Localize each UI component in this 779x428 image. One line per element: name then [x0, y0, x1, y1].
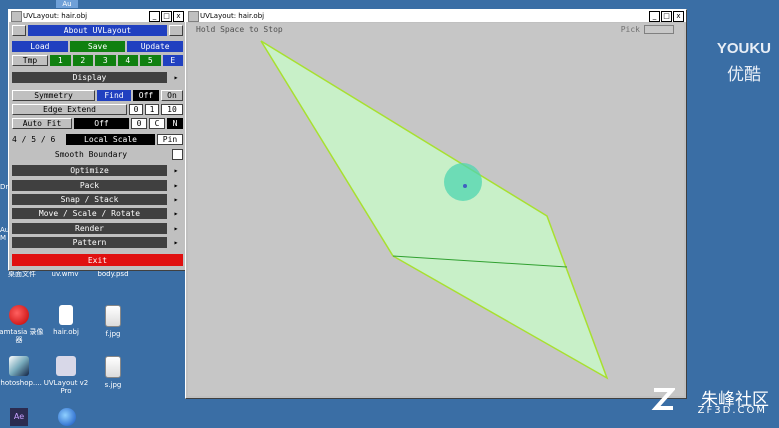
zf-logo-icon [651, 388, 675, 410]
display-arrow-icon[interactable]: ▸ [169, 72, 183, 83]
smooth-boundary-checkbox[interactable] [172, 149, 183, 160]
desktop-icon-fjpg[interactable]: f.jpg [86, 305, 140, 338]
auto-fit-off-button[interactable]: Off [74, 118, 129, 129]
smooth-boundary-label: Smooth Boundary [54, 150, 128, 159]
tmp-slot-1[interactable]: 1 [50, 55, 71, 66]
desktop-label-fjpg: f.jpg [105, 330, 121, 338]
tmp-slot-2[interactable]: 2 [72, 55, 93, 66]
pin-button[interactable]: Pin [157, 134, 183, 145]
browser-icon[interactable] [58, 408, 76, 426]
photoshop-icon [9, 356, 29, 376]
youku-cn-watermark: 优酷 [727, 65, 761, 85]
about-button[interactable]: About UVLayout [28, 25, 167, 36]
symmetry-find-button[interactable]: Find [97, 90, 131, 101]
tmp-slot-4[interactable]: 4 [117, 55, 138, 66]
image-file-icon [105, 356, 121, 378]
edge-extend-1[interactable]: 1 [145, 104, 159, 115]
desktop-icon-sjpg[interactable]: s.jpg [86, 356, 140, 389]
render-arrow-icon[interactable]: ▸ [169, 223, 183, 234]
close-button[interactable]: x [673, 11, 684, 22]
uvlayout-viewport-window: UVLayout: hair.obj _ □ x Hold Space to S… [185, 9, 687, 399]
viewport-titlebar[interactable]: UVLayout: hair.obj _ □ x [186, 10, 686, 22]
desktop-icon-au[interactable]: Au [56, 0, 78, 8]
desktop-icon-uvwmv[interactable]: uv.wmv [38, 270, 92, 278]
desktop-label-hairobj: hair.obj [53, 328, 79, 336]
edge-extend-label: Edge Extend [12, 104, 127, 115]
close-button[interactable]: x [173, 11, 184, 22]
uv-shell-polygon[interactable] [260, 40, 609, 380]
render-menu[interactable]: Render [12, 223, 167, 234]
desktop-icon-uvlayout[interactable]: UVLayout v2 Pro [39, 356, 93, 395]
tmp-label: Tmp [12, 55, 48, 66]
system-menu-icon[interactable] [11, 11, 22, 22]
panel-title: UVLayout: hair.obj [23, 12, 88, 20]
uvlayout-icon [56, 356, 76, 376]
local-scale-button[interactable]: Local Scale [66, 134, 155, 145]
snap-stack-arrow-icon[interactable]: ▸ [169, 194, 183, 205]
camtasia-icon [9, 305, 29, 325]
uv-canvas[interactable]: Hold Space to Stop Pick [188, 23, 684, 396]
auto-fit-n-button[interactable]: N [167, 118, 183, 129]
brush-cursor-icon [444, 163, 482, 201]
file-icon [59, 305, 73, 325]
uv-shell-svg [260, 40, 609, 380]
symmetry-off-button[interactable]: Off [133, 90, 159, 101]
desktop-label-au: Au [62, 0, 72, 8]
auto-fit-c-button[interactable]: C [149, 118, 165, 129]
optimize-arrow-icon[interactable]: ▸ [169, 165, 183, 176]
youku-watermark: YOUKU [716, 40, 771, 57]
edge-extend-10[interactable]: 10 [161, 104, 183, 115]
about-right-handle[interactable] [169, 25, 183, 36]
maximize-button[interactable]: □ [161, 11, 172, 22]
symmetry-on-button[interactable]: On [161, 90, 183, 101]
desktop-label-uvwmv: uv.wmv [51, 270, 79, 278]
pack-menu[interactable]: Pack [12, 180, 167, 191]
tmp-slot-e[interactable]: E [162, 55, 183, 66]
pattern-menu[interactable]: Pattern [12, 237, 167, 248]
auto-fit-0-button[interactable]: 0 [131, 118, 147, 129]
update-button[interactable]: Update [127, 41, 184, 52]
desktop-label-uvlayout: UVLayout v2 Pro [43, 379, 89, 395]
panel-titlebar[interactable]: UVLayout: hair.obj _ □ x [9, 10, 186, 22]
aftereffects-icon[interactable]: Ae [10, 408, 28, 426]
snap-stack-menu[interactable]: Snap / Stack [12, 194, 167, 205]
tmp-slot-3[interactable]: 3 [95, 55, 116, 66]
move-scale-rotate-arrow-icon[interactable]: ▸ [169, 208, 183, 219]
uvlayout-panel-window: UVLayout: hair.obj _ □ x About UVLayout … [8, 9, 187, 271]
tmp-slot-5[interactable]: 5 [140, 55, 161, 66]
symmetry-label: Symmetry [12, 90, 95, 101]
exit-button[interactable]: Exit [12, 254, 183, 266]
image-file-icon [105, 305, 121, 327]
desktop-icon-hairobj[interactable]: hair.obj [39, 305, 93, 336]
system-menu-icon[interactable] [188, 11, 199, 22]
pattern-arrow-icon[interactable]: ▸ [169, 237, 183, 248]
auto-fit-label: Auto Fit [12, 118, 72, 129]
num-keys-label: 4 / 5 / 6 [12, 135, 56, 144]
load-button[interactable]: Load [12, 41, 68, 52]
desktop-label-sjpg: s.jpg [104, 381, 122, 389]
minimize-button[interactable]: _ [149, 11, 160, 22]
edge-extend-0[interactable]: 0 [129, 104, 143, 115]
site-en-watermark: ZF3D.COM [697, 405, 767, 416]
display-menu[interactable]: Display [12, 72, 167, 83]
minimize-button[interactable]: _ [649, 11, 660, 22]
desktop-icon-bodypsd[interactable]: body.psd [86, 270, 140, 278]
about-left-handle[interactable] [12, 25, 26, 36]
save-button[interactable]: Save [69, 41, 126, 52]
maximize-button[interactable]: □ [661, 11, 672, 22]
optimize-menu[interactable]: Optimize [12, 165, 167, 176]
desktop-label-bodypsd: body.psd [97, 270, 129, 278]
desktop-label-aut: Aut M [0, 226, 12, 242]
viewport-title: UVLayout: hair.obj [200, 12, 265, 20]
pack-arrow-icon[interactable]: ▸ [169, 180, 183, 191]
cursor-dot-icon [463, 184, 467, 188]
move-scale-rotate-menu[interactable]: Move / Scale / Rotate [12, 208, 167, 219]
